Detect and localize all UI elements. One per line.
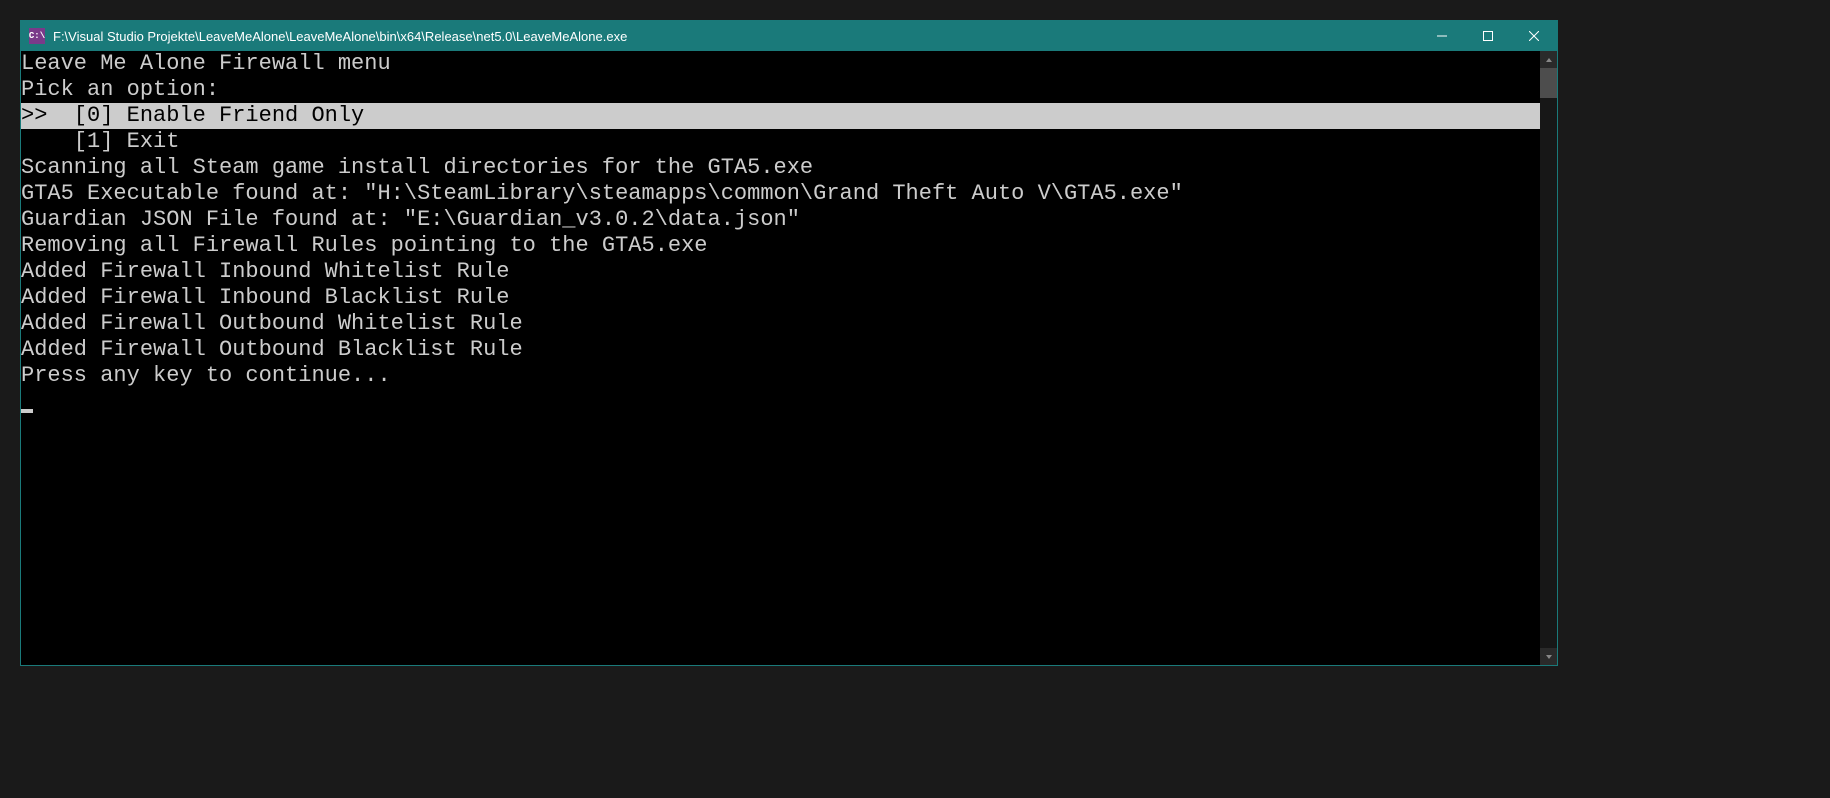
console-line: Guardian JSON File found at: "E:\Guardia… — [21, 207, 1540, 233]
maximize-icon — [1483, 31, 1493, 41]
chevron-up-icon — [1545, 56, 1553, 64]
vertical-scrollbar[interactable] — [1540, 51, 1557, 665]
console-output[interactable]: Leave Me Alone Firewall menuPick an opti… — [21, 51, 1540, 665]
window-title: F:\Visual Studio Projekte\LeaveMeAlone\L… — [53, 29, 1419, 44]
close-button[interactable] — [1511, 21, 1557, 51]
scroll-track[interactable] — [1540, 68, 1557, 648]
console-line: Removing all Firewall Rules pointing to … — [21, 233, 1540, 259]
scroll-down-button[interactable] — [1540, 648, 1557, 665]
console-line: Pick an option: — [21, 77, 1540, 103]
minimize-icon — [1437, 31, 1447, 41]
scroll-thumb[interactable] — [1540, 68, 1557, 98]
scroll-up-button[interactable] — [1540, 51, 1557, 68]
close-icon — [1529, 31, 1539, 41]
maximize-button[interactable] — [1465, 21, 1511, 51]
titlebar[interactable]: C:\ F:\Visual Studio Projekte\LeaveMeAlo… — [21, 21, 1557, 51]
console-line: Press any key to continue... — [21, 363, 1540, 389]
console-line: >> [0] Enable Friend Only — [21, 103, 1540, 129]
console-line: Added Firewall Outbound Whitelist Rule — [21, 311, 1540, 337]
cursor-line — [21, 389, 1540, 415]
console-line: Added Firewall Inbound Whitelist Rule — [21, 259, 1540, 285]
minimize-button[interactable] — [1419, 21, 1465, 51]
console-line: Added Firewall Outbound Blacklist Rule — [21, 337, 1540, 363]
window-controls — [1419, 21, 1557, 51]
console-line: GTA5 Executable found at: "H:\SteamLibra… — [21, 181, 1540, 207]
chevron-down-icon — [1545, 653, 1553, 661]
console-line: Scanning all Steam game install director… — [21, 155, 1540, 181]
console-body: Leave Me Alone Firewall menuPick an opti… — [21, 51, 1557, 665]
console-line: Leave Me Alone Firewall menu — [21, 51, 1540, 77]
app-icon: C:\ — [29, 28, 45, 44]
text-cursor — [21, 409, 33, 413]
console-line: [1] Exit — [21, 129, 1540, 155]
console-window: C:\ F:\Visual Studio Projekte\LeaveMeAlo… — [20, 20, 1558, 666]
console-line: Added Firewall Inbound Blacklist Rule — [21, 285, 1540, 311]
